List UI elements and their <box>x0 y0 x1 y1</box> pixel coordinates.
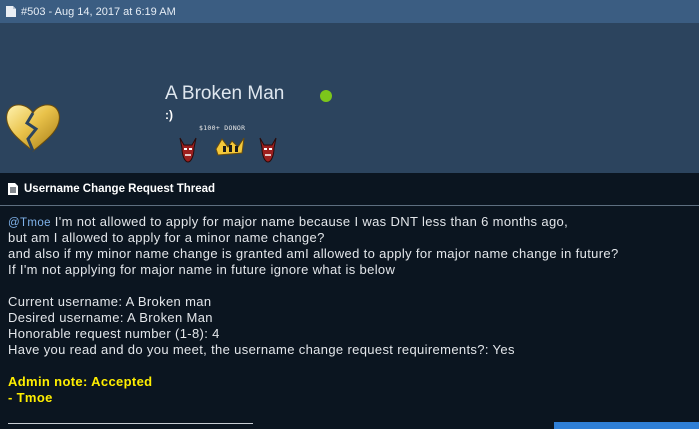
message-line: and also if my minor name change is gran… <box>8 246 619 261</box>
admin-note: Admin note: Accepted <box>8 374 153 389</box>
gold-badge-icon <box>215 137 245 156</box>
message-line: If I'm not applying for major name in fu… <box>8 262 396 277</box>
user-status-text: :) <box>165 108 173 122</box>
admin-signature: - Tmoe <box>8 390 53 405</box>
message-line: @Tmoe I'm not allowed to apply for major… <box>8 214 698 230</box>
online-status-icon <box>320 90 332 102</box>
post-meta-link[interactable]: #503 - Aug 14, 2017 at 6:19 AM <box>21 6 176 18</box>
demon-badge-icon <box>259 137 277 163</box>
user-info-panel: A Broken Man :) $100+ DONOR <box>0 23 699 173</box>
requirements-line: Have you read and do you meet, the usern… <box>8 342 515 357</box>
honorable-request-line: Honorable request number (1-8): 4 <box>8 326 220 341</box>
message-text: I'm not allowed to apply for major name … <box>50 214 569 229</box>
bottom-accent-bar <box>554 422 699 429</box>
donor-rank-label: $100+ DONOR <box>199 124 246 132</box>
signature-divider <box>8 423 253 424</box>
user-mention-link[interactable]: @Tmoe <box>8 217 51 229</box>
divider <box>0 205 699 206</box>
message-line: but am I allowed to apply for a minor na… <box>8 230 325 245</box>
document-icon <box>6 6 16 17</box>
current-username-line: Current username: A Broken man <box>8 294 212 309</box>
desired-username-line: Desired username: A Broken Man <box>8 310 213 325</box>
post-content: Username Change Request Thread @Tmoe I'm… <box>0 173 699 429</box>
document-icon <box>8 183 18 195</box>
username-link[interactable]: A Broken Man <box>165 83 284 105</box>
demon-badge-icon <box>179 137 197 163</box>
broken-heart-icon[interactable] <box>4 101 62 153</box>
thread-title[interactable]: Username Change Request Thread <box>8 183 215 195</box>
thread-title-text[interactable]: Username Change Request Thread <box>24 183 215 195</box>
post-message: @Tmoe I'm not allowed to apply for major… <box>8 214 698 406</box>
post-header-bar: #503 - Aug 14, 2017 at 6:19 AM <box>0 0 699 23</box>
